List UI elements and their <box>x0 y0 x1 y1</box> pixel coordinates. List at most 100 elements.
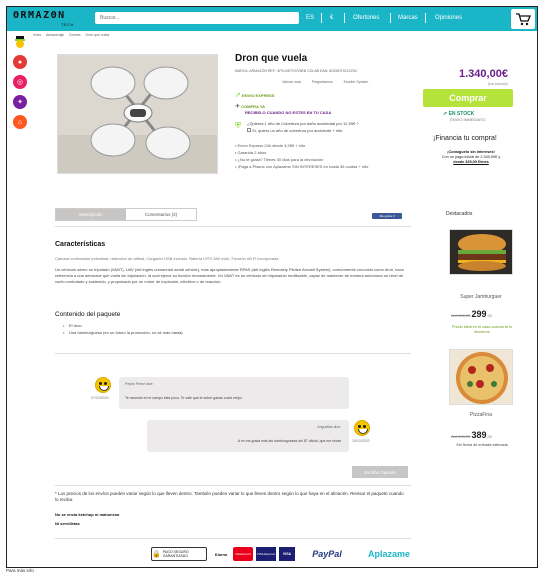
breadcrumb-item[interactable]: Drones <box>69 33 80 37</box>
insurance-checkbox[interactable]: Sí, quiero un año de cobertura por accid… <box>247 128 342 133</box>
rec-price: Ant 340,00 299,00 <box>451 309 492 319</box>
rec-name[interactable]: PizzaFina <box>441 412 521 418</box>
divider <box>55 226 411 227</box>
nav-divider <box>321 13 322 23</box>
comment-author: Angustias dice: <box>317 425 341 429</box>
product-actions: Valorar nota Preguntamos Escribir Opinió… <box>282 80 378 84</box>
buy-now-subtitle: RECIBELO CUANDO NO ESTES EN TU CASA <box>245 110 332 115</box>
breadcrumb-item[interactable]: Almacenaje <box>46 33 64 37</box>
rec-cents: ,00 <box>486 313 493 318</box>
smiley-avatar-icon <box>95 377 111 393</box>
mascot-icon[interactable] <box>13 35 27 49</box>
write-review-button[interactable]: Escribir Opinión <box>352 466 408 478</box>
search-input[interactable] <box>95 12 299 24</box>
buy-now-info: ✈ COMPRA YA <box>235 103 265 110</box>
comment-date: 15/10/2020 <box>352 439 370 443</box>
category-red-icon[interactable]: ● <box>13 55 27 69</box>
smiley-avatar-icon <box>354 420 370 436</box>
rec-old-price: Ant 439,00 <box>451 434 471 439</box>
rec-note: Sin fecha de entrada estimada <box>456 443 508 447</box>
rate-link[interactable]: Valorar nota <box>282 80 301 84</box>
nav-link-marcas[interactable]: Marcas <box>398 15 418 21</box>
ask-link[interactable]: Preguntamos <box>312 80 333 84</box>
truck-icon: ➚ <box>443 111 448 117</box>
site-logo[interactable]: ΘRMAZΘN <box>13 10 66 21</box>
insurance-checkbox-label: Sí, quiero un año de cobertura por accid… <box>252 128 343 133</box>
financing-title: ¡Financia tu compra! <box>433 135 497 142</box>
breadcrumb-item[interactable]: Inicio <box>33 33 41 37</box>
financing-line: Con un pago inicial de 2.340,00€ y <box>441 155 501 160</box>
logo-subtitle: TECH <box>61 22 74 27</box>
rec-price: Ant 439,00 389,00 <box>451 430 492 440</box>
nav-link-ofertones[interactable]: Ofertones <box>353 15 379 21</box>
financing-details: ¡Consíguelo sin intereses! Con un pago i… <box>423 150 519 166</box>
currency-selector[interactable]: € <box>330 15 333 21</box>
bullet-1: • Envío Express 24h desde 4,95€ + info <box>235 143 306 148</box>
secure-payment-badge: 🔒 PAGO SEGURO GARANTIZADO <box>151 547 207 561</box>
comment-text: Te necesito en el campo está poco. Te va… <box>125 396 242 400</box>
product-image[interactable] <box>57 54 218 174</box>
buy-now-label: COMPRA YA <box>241 104 266 109</box>
footer-text: Para más info <box>6 568 34 573</box>
featured-heading: Destacados <box>446 211 473 217</box>
language-selector[interactable]: ES <box>306 15 314 21</box>
product-title: Dron que vuela <box>235 53 308 64</box>
visa-electron-logo: VISA Electron <box>256 547 276 561</box>
bullet-4: • ¡Paga a Plazos con Aplazame SIN INTERE… <box>235 164 369 169</box>
mastercard-logo: Mastercard <box>233 547 253 561</box>
bullet-2: • Garantía 2 años <box>235 150 267 155</box>
note-ketchup: No se envía ketchup ni mahonesa <box>55 512 120 517</box>
divider <box>55 485 411 486</box>
express-arrow-icon: ➚ <box>235 92 241 99</box>
breadcrumb-item: Dron que vuela <box>85 33 110 37</box>
facebook-like-button[interactable]: Me gusta 0 <box>372 213 402 219</box>
drone-icon: ✈ <box>235 104 241 110</box>
aplazame-logo: Aplazame <box>367 549 411 559</box>
nav-link-opiniones[interactable]: Opiniones <box>435 15 462 21</box>
divider <box>55 353 411 354</box>
rec-current-price: 389 <box>471 430 487 440</box>
buy-now-sub: RECIBELO CUANDO NO ESTES EN TU CASA <box>245 110 331 115</box>
stock-subtitle: ENVÍO INMEDIATO <box>450 117 486 122</box>
checkbox-icon[interactable] <box>247 128 251 132</box>
tab-comments[interactable]: Comentarios (2) <box>126 209 196 220</box>
comment-date: 07/10/2020 <box>91 396 109 400</box>
package-item: Una hamburguesa (en un futuro la promoci… <box>63 330 183 335</box>
rec-current-price: 299 <box>471 309 487 319</box>
nav-divider <box>344 13 345 23</box>
financing-link[interactable]: desde 325,00 €/mes <box>453 160 488 164</box>
cart-icon[interactable] <box>511 9 535 29</box>
write-review-link[interactable]: Escribir Opinión <box>344 80 369 84</box>
category-violet-icon[interactable]: ✦ <box>13 95 27 109</box>
secure-payment-label: PAGO SEGURO GARANTIZADO <box>162 550 189 558</box>
divider <box>55 538 411 539</box>
bullet-3: • ¿No te gusta? Tienes 30 días para la d… <box>235 157 324 162</box>
shield-icon: ⛨ <box>235 121 241 130</box>
shipping-note: * Los precios de los envíos pueden varia… <box>55 491 404 502</box>
category-pink-icon[interactable]: ◎ <box>13 75 27 89</box>
pizza-image[interactable] <box>449 349 513 405</box>
rec-note: Precio ideal en tu casa cuando te lo lle… <box>451 325 513 334</box>
burger-image[interactable] <box>449 229 513 275</box>
product-meta: MARCA: ARMAZON REF.: 4FDJ4KTGVV5EB COLAB… <box>235 69 357 73</box>
nav-divider <box>425 13 426 23</box>
page-frame: ΘRMAZΘN TECH ES € Ofertones Marcas Opini… <box>6 6 538 568</box>
comment-text: A mí me gusta más las hamburguesas del 8… <box>237 439 341 443</box>
package-item: El dron <box>63 323 82 328</box>
product-price: 1.340,00€ <box>459 68 508 80</box>
note-napkins: Ni servilletas <box>55 521 80 526</box>
insurance-block: ⛨ <box>235 121 241 131</box>
comment-bubble: Angustias dice: A mí me gusta más las ha… <box>147 420 349 452</box>
bullet-text: Envío Express 24h desde 4,95€ + info <box>237 143 306 148</box>
features-list: Cámara controlador individual, retención… <box>55 256 279 261</box>
express-label: ENVIO EXPRESS <box>242 93 275 98</box>
express-shipping: ➚ ENVIO EXPRESS <box>235 91 274 99</box>
tab-description[interactable]: Descripción <box>56 209 126 220</box>
insurance-offer: ¿Quieres 1 año de Cobertura por daño acc… <box>247 121 359 126</box>
paypal-logo: PayPal <box>312 549 342 559</box>
buy-button[interactable]: Comprar <box>423 89 513 107</box>
rec-name[interactable]: Super Jamburguer <box>441 294 521 300</box>
bullet-text: ¿No te gusta? Tienes 30 días para la dev… <box>237 157 324 162</box>
home-icon[interactable]: ⌂ <box>13 115 27 129</box>
breadcrumb: Inicio Almacenaje Drones Dron que vuela <box>33 33 113 37</box>
